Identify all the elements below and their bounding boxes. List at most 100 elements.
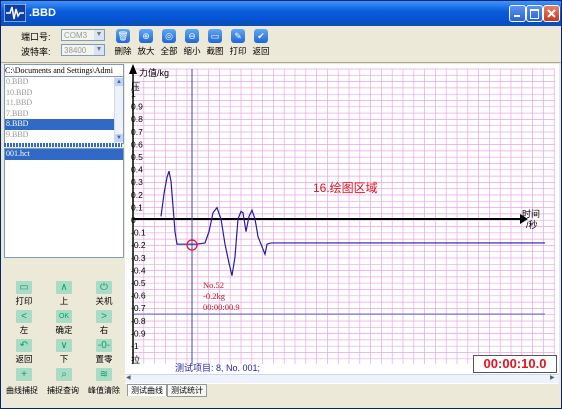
keypad-left-button[interactable]: < 左 <box>4 308 44 336</box>
file-list-scrollbar[interactable]: ▲ ▼ <box>114 77 123 143</box>
keypad-label: 右 <box>99 325 109 335</box>
keypad-power-button[interactable]: ⏻ 关机 <box>84 279 124 307</box>
baud-value: 38400 <box>64 46 87 55</box>
x-axis-unit: /秒 <box>526 219 538 230</box>
tab-test-statistics[interactable]: 测试统计 <box>167 384 207 397</box>
scroll-left-icon[interactable]: ◀ <box>126 375 134 382</box>
keypad-label: 下 <box>59 354 69 364</box>
keypad-label: 返回 <box>15 354 33 364</box>
keypad-label: 确定 <box>55 325 73 335</box>
compression-label: 压 <box>131 82 140 92</box>
search-icon: ⌕ <box>56 368 72 381</box>
zoom-in-label: 放大 <box>137 46 155 56</box>
power-icon: ⏻ <box>96 281 112 294</box>
x-axis-label: 时间 <box>522 208 540 219</box>
list-divider <box>4 143 122 147</box>
app-window: .BBD 端口号: COM3 ▼ 波特率: 38400 ▼ 🗑 删除 ⊕ 放大 <box>0 0 562 409</box>
close-icon[interactable] <box>543 5 560 22</box>
zoom-in-icon: ⊕ <box>139 29 153 43</box>
file-item[interactable]: 11.BBD <box>5 98 123 109</box>
arrow-down-icon: ∨ <box>56 339 72 352</box>
scroll-down-icon[interactable]: ▼ <box>115 134 123 142</box>
chevron-down-icon: ▼ <box>94 45 104 55</box>
cursor-time: 00:00:00.9 <box>203 302 240 312</box>
capture-query-label[interactable]: 捕捉查询 <box>43 385 83 396</box>
peak-icon: ≋ <box>96 368 112 381</box>
peak-clear-label[interactable]: 峰值清除 <box>84 385 124 396</box>
tension-label: 拉 <box>131 354 140 365</box>
delete-button[interactable]: 🗑 删除 <box>112 29 134 57</box>
back-icon: ✔ <box>254 29 268 43</box>
port-select[interactable]: COM3 ▼ <box>61 29 105 41</box>
print-label: 打印 <box>229 46 247 56</box>
keypad-label: 左 <box>19 325 29 335</box>
plot-area[interactable]: 10.90.80.70.60.50.40.30.20.10-0.1-0.2-0.… <box>125 64 559 384</box>
file-item[interactable]: 10.BBD <box>5 88 123 99</box>
baud-label: 波特率: <box>21 47 51 57</box>
port-value: COM3 <box>64 31 88 40</box>
zoom-in-button[interactable]: ⊕ 放大 <box>135 29 157 57</box>
back-button[interactable]: ✔ 返回 <box>250 29 272 57</box>
chevron-down-icon: ▼ <box>94 30 104 40</box>
grid <box>132 68 555 364</box>
arrow-left-icon: < <box>16 310 32 323</box>
curve-capture-label[interactable]: 曲线捕捉 <box>2 385 42 396</box>
arrow-right-icon: > <box>96 310 112 323</box>
port-label: 端口号: <box>21 32 51 42</box>
window-title: .BBD <box>29 7 56 19</box>
test-item-text: 测试项目: 8, No. 001; <box>175 362 260 373</box>
keypad-right-button[interactable]: > 右 <box>84 308 124 336</box>
zoom-out-button[interactable]: ⊖ 缩小 <box>181 29 203 57</box>
keypad-label: 上 <box>59 296 69 306</box>
print-button[interactable]: ✎ 打印 <box>227 29 249 57</box>
file-item[interactable]: 0.BBD <box>5 77 123 88</box>
test-item-selected[interactable]: 001.hct <box>5 149 123 160</box>
keypad-down-button[interactable]: ∨ 下 <box>44 337 84 365</box>
arrow-up-icon: ∧ <box>56 281 72 294</box>
scroll-up-icon[interactable]: ▲ <box>115 78 123 86</box>
file-item-selected[interactable]: 8.BBD <box>5 119 123 130</box>
waveform-icon <box>4 4 26 22</box>
tab-test-curve[interactable]: 测试曲线 <box>127 384 167 396</box>
screenshot-icon: ▭ <box>208 29 222 43</box>
zoom-all-icon: ◎ <box>162 29 176 43</box>
crosshair-icon: + <box>16 368 32 381</box>
zero-icon: -0- <box>96 339 112 352</box>
monitor-icon: ▭ <box>16 281 32 294</box>
maximize-icon[interactable] <box>526 5 543 22</box>
file-item[interactable]: 7.BBD <box>5 109 123 120</box>
keypad-return-button[interactable]: ↶ 返回 <box>4 337 44 365</box>
keypad-ok-button[interactable]: OK 确定 <box>44 308 84 336</box>
screenshot-button[interactable]: ▭ 截图 <box>204 29 226 57</box>
zoom-out-icon: ⊖ <box>185 29 199 43</box>
return-icon: ↶ <box>16 339 32 352</box>
status-bar <box>1 397 561 408</box>
keypad-up-button[interactable]: ∧ 上 <box>44 279 84 307</box>
plot-tabs: 测试曲线 测试统计 <box>125 384 559 397</box>
minimize-icon[interactable] <box>509 5 526 22</box>
keypad-print-button[interactable]: ▭ 打印 <box>4 279 44 307</box>
keypad-label: 置零 <box>95 354 113 364</box>
y-tick-label: -1 <box>131 341 139 351</box>
plot-hscrollbar[interactable]: ◀ ▶ <box>125 374 559 383</box>
cursor-index: No.52 <box>203 280 224 290</box>
plot-region-label: 16.绘图区域 <box>313 180 378 195</box>
zoom-all-button[interactable]: ◎ 全部 <box>158 29 180 57</box>
ok-icon: OK <box>56 310 72 323</box>
file-item[interactable]: 9.BBD <box>5 130 123 141</box>
trash-icon: 🗑 <box>116 29 130 43</box>
scroll-right-icon[interactable]: ▶ <box>550 375 558 382</box>
baud-select[interactable]: 38400 ▼ <box>61 44 105 56</box>
delete-label: 删除 <box>114 46 132 56</box>
force-time-chart[interactable]: 10.90.80.70.60.50.40.30.20.10-0.1-0.2-0.… <box>125 64 559 374</box>
zoom-all-label: 全部 <box>160 46 178 56</box>
keypad-zero-button[interactable]: -0- 置零 <box>84 337 124 365</box>
test-list[interactable]: 001.hct <box>4 148 124 258</box>
toolbar: 端口号: COM3 ▼ 波特率: 38400 ▼ 🗑 删除 ⊕ 放大 ◎ 全部 … <box>1 26 561 63</box>
title-bar[interactable]: .BBD <box>1 1 561 26</box>
cursor-force: -0.2kg <box>203 291 226 301</box>
screenshot-label: 截图 <box>206 46 224 56</box>
file-list[interactable]: 0.BBD 10.BBD 11.BBD 7.BBD 8.BBD 9.BBD ▲ … <box>4 76 124 144</box>
y-axis-label: 力值/kg <box>139 67 169 78</box>
print-icon: ✎ <box>231 29 245 43</box>
